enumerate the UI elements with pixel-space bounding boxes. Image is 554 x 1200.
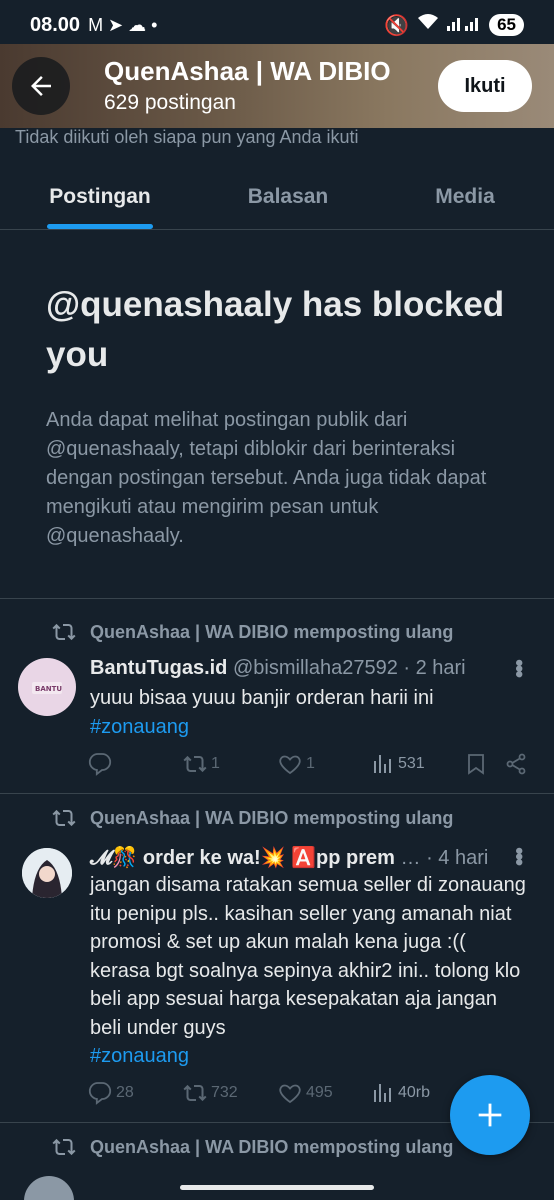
repost-indicator[interactable]: QuenAshaa | WA DIBIO memposting ulang (52, 620, 453, 644)
status-bar: 08.00 M ➤ ☁ • 🔇 65 (0, 0, 554, 50)
hashtag-link[interactable]: #zonauang (90, 1045, 189, 1067)
avatar[interactable] (24, 1176, 74, 1200)
status-time: 08.00 (30, 13, 81, 36)
divider (0, 598, 554, 599)
back-button[interactable] (12, 57, 70, 115)
reply-button[interactable]: 28 (88, 1081, 134, 1105)
repost-label: QuenAshaa | WA DIBIO memposting ulang (90, 807, 454, 828)
mute-icon: 🔇 (384, 14, 410, 37)
retweet-icon (183, 755, 207, 773)
like-button[interactable]: 495 (278, 1081, 333, 1105)
like-count: 495 (306, 1084, 333, 1101)
repost-indicator[interactable]: QuenAshaa | WA DIBIO memposting ulang (52, 1135, 453, 1159)
repost-button[interactable]: 1 (183, 752, 220, 776)
repost-icon (52, 1138, 76, 1156)
author-name[interactable]: 𝓜🎊 order ke wa!💥 🅰️pp prem (90, 845, 395, 870)
home-indicator[interactable] (180, 1185, 374, 1190)
like-button[interactable]: 1 (278, 752, 315, 776)
tab-balasan[interactable]: Balasan (208, 164, 368, 230)
tweet-time: · 2 hari (403, 657, 466, 679)
repost-label: QuenAshaa | WA DIBIO memposting ulang (90, 1136, 454, 1157)
views-button[interactable]: 40rb (370, 1081, 430, 1105)
bookmark-button[interactable] (464, 752, 488, 776)
header-title-block: QuenAshaa | WA DIBIO 629 postingan (104, 56, 391, 115)
not-followed-text: Tidak diikuti oleh siapa pun yang Anda i… (15, 127, 359, 147)
svg-text:BANTU: BANTU (35, 685, 62, 693)
view-count: 40rb (398, 1084, 431, 1101)
compose-post-button[interactable] (450, 1075, 530, 1155)
tweet-header: BantuTugas.id @bismillaha27592 · 2 hari (90, 657, 466, 680)
views-icon (374, 1084, 391, 1102)
repost-icon (52, 623, 76, 641)
bookmark-icon (468, 754, 484, 775)
plus-icon (478, 1103, 502, 1127)
more-options-icon[interactable]: ••• (506, 847, 532, 864)
repost-count: 1 (211, 755, 220, 772)
hashtag-link[interactable]: #zonauang (90, 716, 189, 738)
notification-icons: M ➤ ☁ • (88, 14, 158, 35)
avatar[interactable] (22, 848, 72, 898)
view-count: 531 (398, 755, 425, 772)
retweet-icon (183, 1084, 207, 1102)
signal-icon (447, 14, 481, 37)
share-icon (506, 753, 526, 775)
repost-icon (52, 809, 76, 827)
repost-indicator[interactable]: QuenAshaa | WA DIBIO memposting ulang (52, 806, 453, 830)
repost-label: QuenAshaa | WA DIBIO memposting ulang (90, 621, 454, 642)
heart-icon (279, 1084, 301, 1104)
reply-button[interactable] (88, 752, 116, 776)
wifi-icon (417, 13, 439, 37)
tweet-time: · 4 hari (426, 847, 489, 869)
tweet-header: 𝓜🎊 order ke wa!💥 🅰️pp prem … · 4 hari (90, 845, 488, 870)
reply-count: 28 (116, 1084, 134, 1101)
profile-header: QuenAshaa | WA DIBIO 629 postingan Ikuti (0, 44, 554, 128)
author-handle[interactable]: … (401, 847, 421, 870)
divider (0, 793, 554, 794)
author-name[interactable]: BantuTugas.id (90, 657, 227, 680)
blocked-message: Anda dapat melihat postingan publik dari… (46, 409, 487, 547)
active-tab-indicator (47, 224, 153, 229)
avatar[interactable]: BANTU (18, 658, 76, 716)
repost-count: 732 (211, 1084, 238, 1101)
repost-button[interactable]: 732 (183, 1081, 238, 1105)
author-handle[interactable]: @bismillaha27592 (233, 657, 398, 680)
more-options-icon[interactable]: ••• (506, 659, 532, 676)
blocked-notice: @quenashaaly has blocked you Anda dapat … (46, 280, 516, 551)
arrow-left-icon (31, 76, 51, 96)
reply-icon (88, 1082, 112, 1105)
like-count: 1 (306, 755, 315, 772)
profile-name: QuenAshaa | WA DIBIO (104, 56, 391, 86)
tab-media[interactable]: Media (385, 164, 545, 230)
follow-button[interactable]: Ikuti (438, 60, 532, 112)
tab-postingan[interactable]: Postingan (20, 164, 180, 230)
post-count: 629 postingan (104, 91, 236, 114)
profile-tabs: Postingan Balasan Media (0, 164, 554, 230)
views-icon (374, 755, 391, 773)
share-button[interactable] (504, 752, 528, 776)
tweet-body: jangan disama ratakan semua seller di zo… (90, 874, 526, 1039)
tweet-text: yuuu bisaa yuuu banjir orderan harii ini… (90, 684, 530, 741)
heart-icon (279, 755, 301, 775)
tweet-body: yuuu bisaa yuuu banjir orderan harii ini (90, 687, 434, 709)
tweet-actions: 1 1 531 (88, 752, 528, 782)
blocked-title: @quenashaaly has blocked you (46, 285, 505, 374)
reply-icon (88, 753, 112, 776)
views-button[interactable]: 531 (370, 752, 425, 776)
battery-indicator: 65 (489, 14, 524, 36)
tweet-text: jangan disama ratakan semua seller di zo… (90, 871, 530, 1071)
